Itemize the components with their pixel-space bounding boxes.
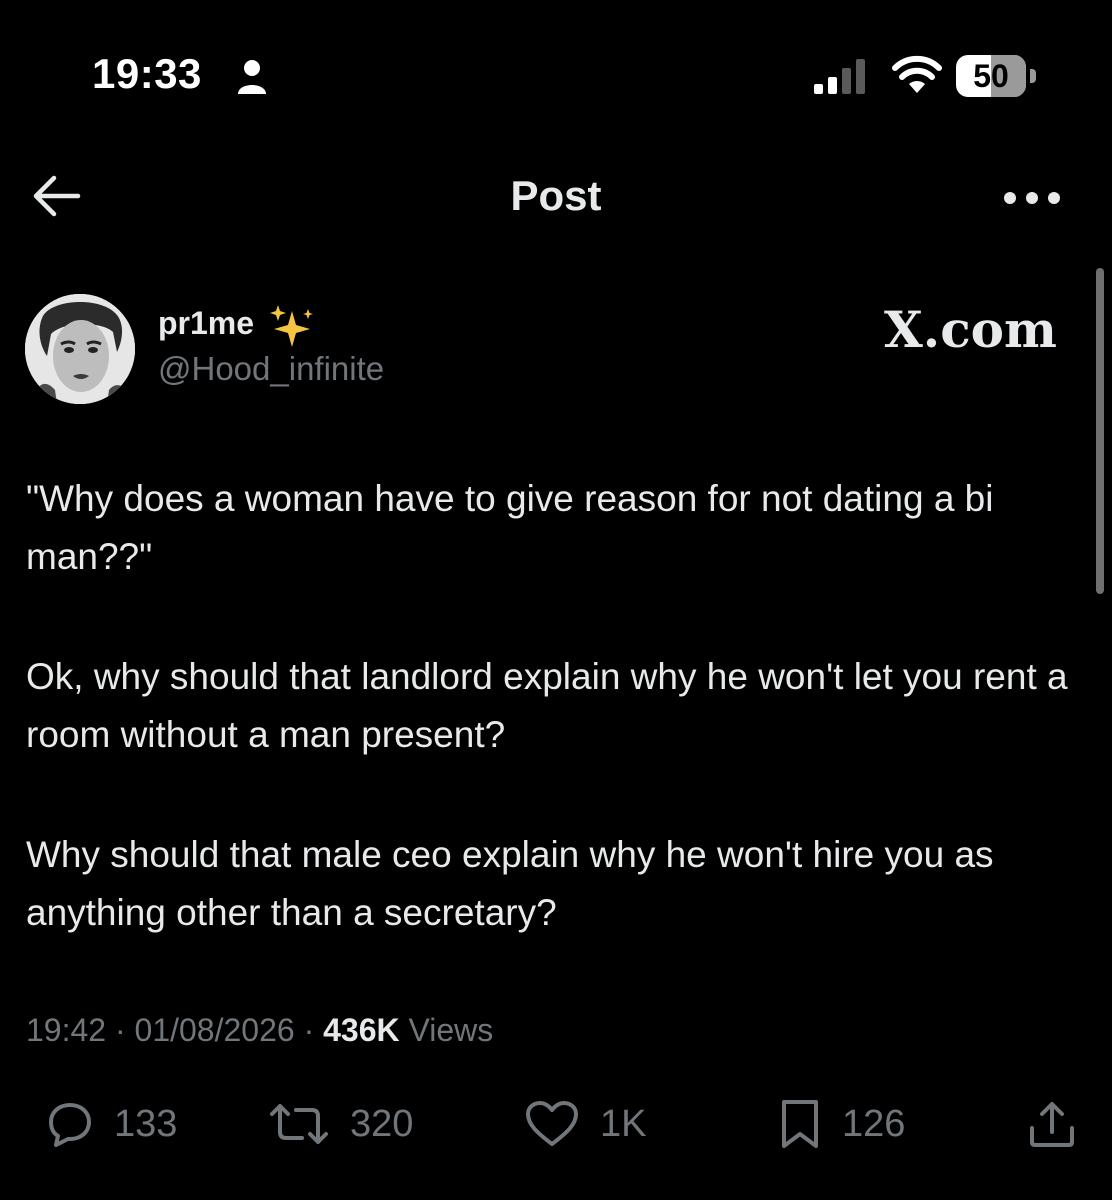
heart-icon	[526, 1101, 578, 1146]
battery-level: 50	[973, 58, 1009, 94]
more-options-icon[interactable]	[1000, 178, 1064, 218]
post-text: "Why does a woman have to give reason fo…	[26, 470, 1076, 1004]
share-icon	[1030, 1102, 1074, 1147]
reply-button[interactable]: 133	[46, 1094, 177, 1154]
post-meta: 19:42 · 01/08/2026 · 436K Views	[26, 1012, 493, 1049]
views-count[interactable]: 436K	[323, 1012, 400, 1048]
post-paragraph: Ok, why should that landlord explain why…	[26, 656, 1068, 755]
share-button[interactable]	[1026, 1094, 1078, 1154]
source-badge: X.com	[884, 300, 1057, 359]
user-handle[interactable]: @Hood_infinite	[158, 350, 384, 388]
avatar[interactable]	[25, 294, 135, 404]
bookmark-count: 126	[842, 1102, 906, 1145]
like-button[interactable]: 1K	[524, 1094, 646, 1154]
meta-separator: ·	[303, 1012, 315, 1048]
scrollbar[interactable]	[1096, 268, 1104, 594]
bookmark-button[interactable]: 126	[778, 1094, 905, 1154]
cellular-signal-icon	[814, 59, 865, 94]
post-date: 01/08/2026	[134, 1012, 295, 1048]
page-title: Post	[510, 172, 602, 219]
person-icon	[238, 60, 266, 94]
site-badge-text: X.com	[884, 300, 1057, 359]
repost-count: 320	[350, 1102, 414, 1145]
reply-count: 133	[114, 1102, 178, 1145]
like-count: 1K	[600, 1102, 647, 1145]
battery-icon: 50	[956, 55, 1042, 97]
repost-icon	[270, 1104, 328, 1144]
display-name[interactable]: pr1me	[158, 305, 254, 342]
avatar-image	[25, 294, 135, 404]
repost-button[interactable]: 320	[268, 1094, 413, 1154]
reply-icon	[49, 1103, 91, 1147]
views-label: Views	[408, 1012, 494, 1048]
bookmark-icon	[782, 1100, 818, 1148]
post-paragraph: "Why does a woman have to give reason fo…	[26, 478, 994, 577]
wifi-icon	[892, 55, 942, 93]
post-paragraph: Why should that male ceo explain why he …	[26, 834, 994, 933]
status-time: 19:33	[92, 50, 202, 97]
post-time: 19:42	[26, 1012, 107, 1048]
sparkles-icon	[270, 305, 313, 347]
meta-separator: ·	[114, 1012, 126, 1048]
